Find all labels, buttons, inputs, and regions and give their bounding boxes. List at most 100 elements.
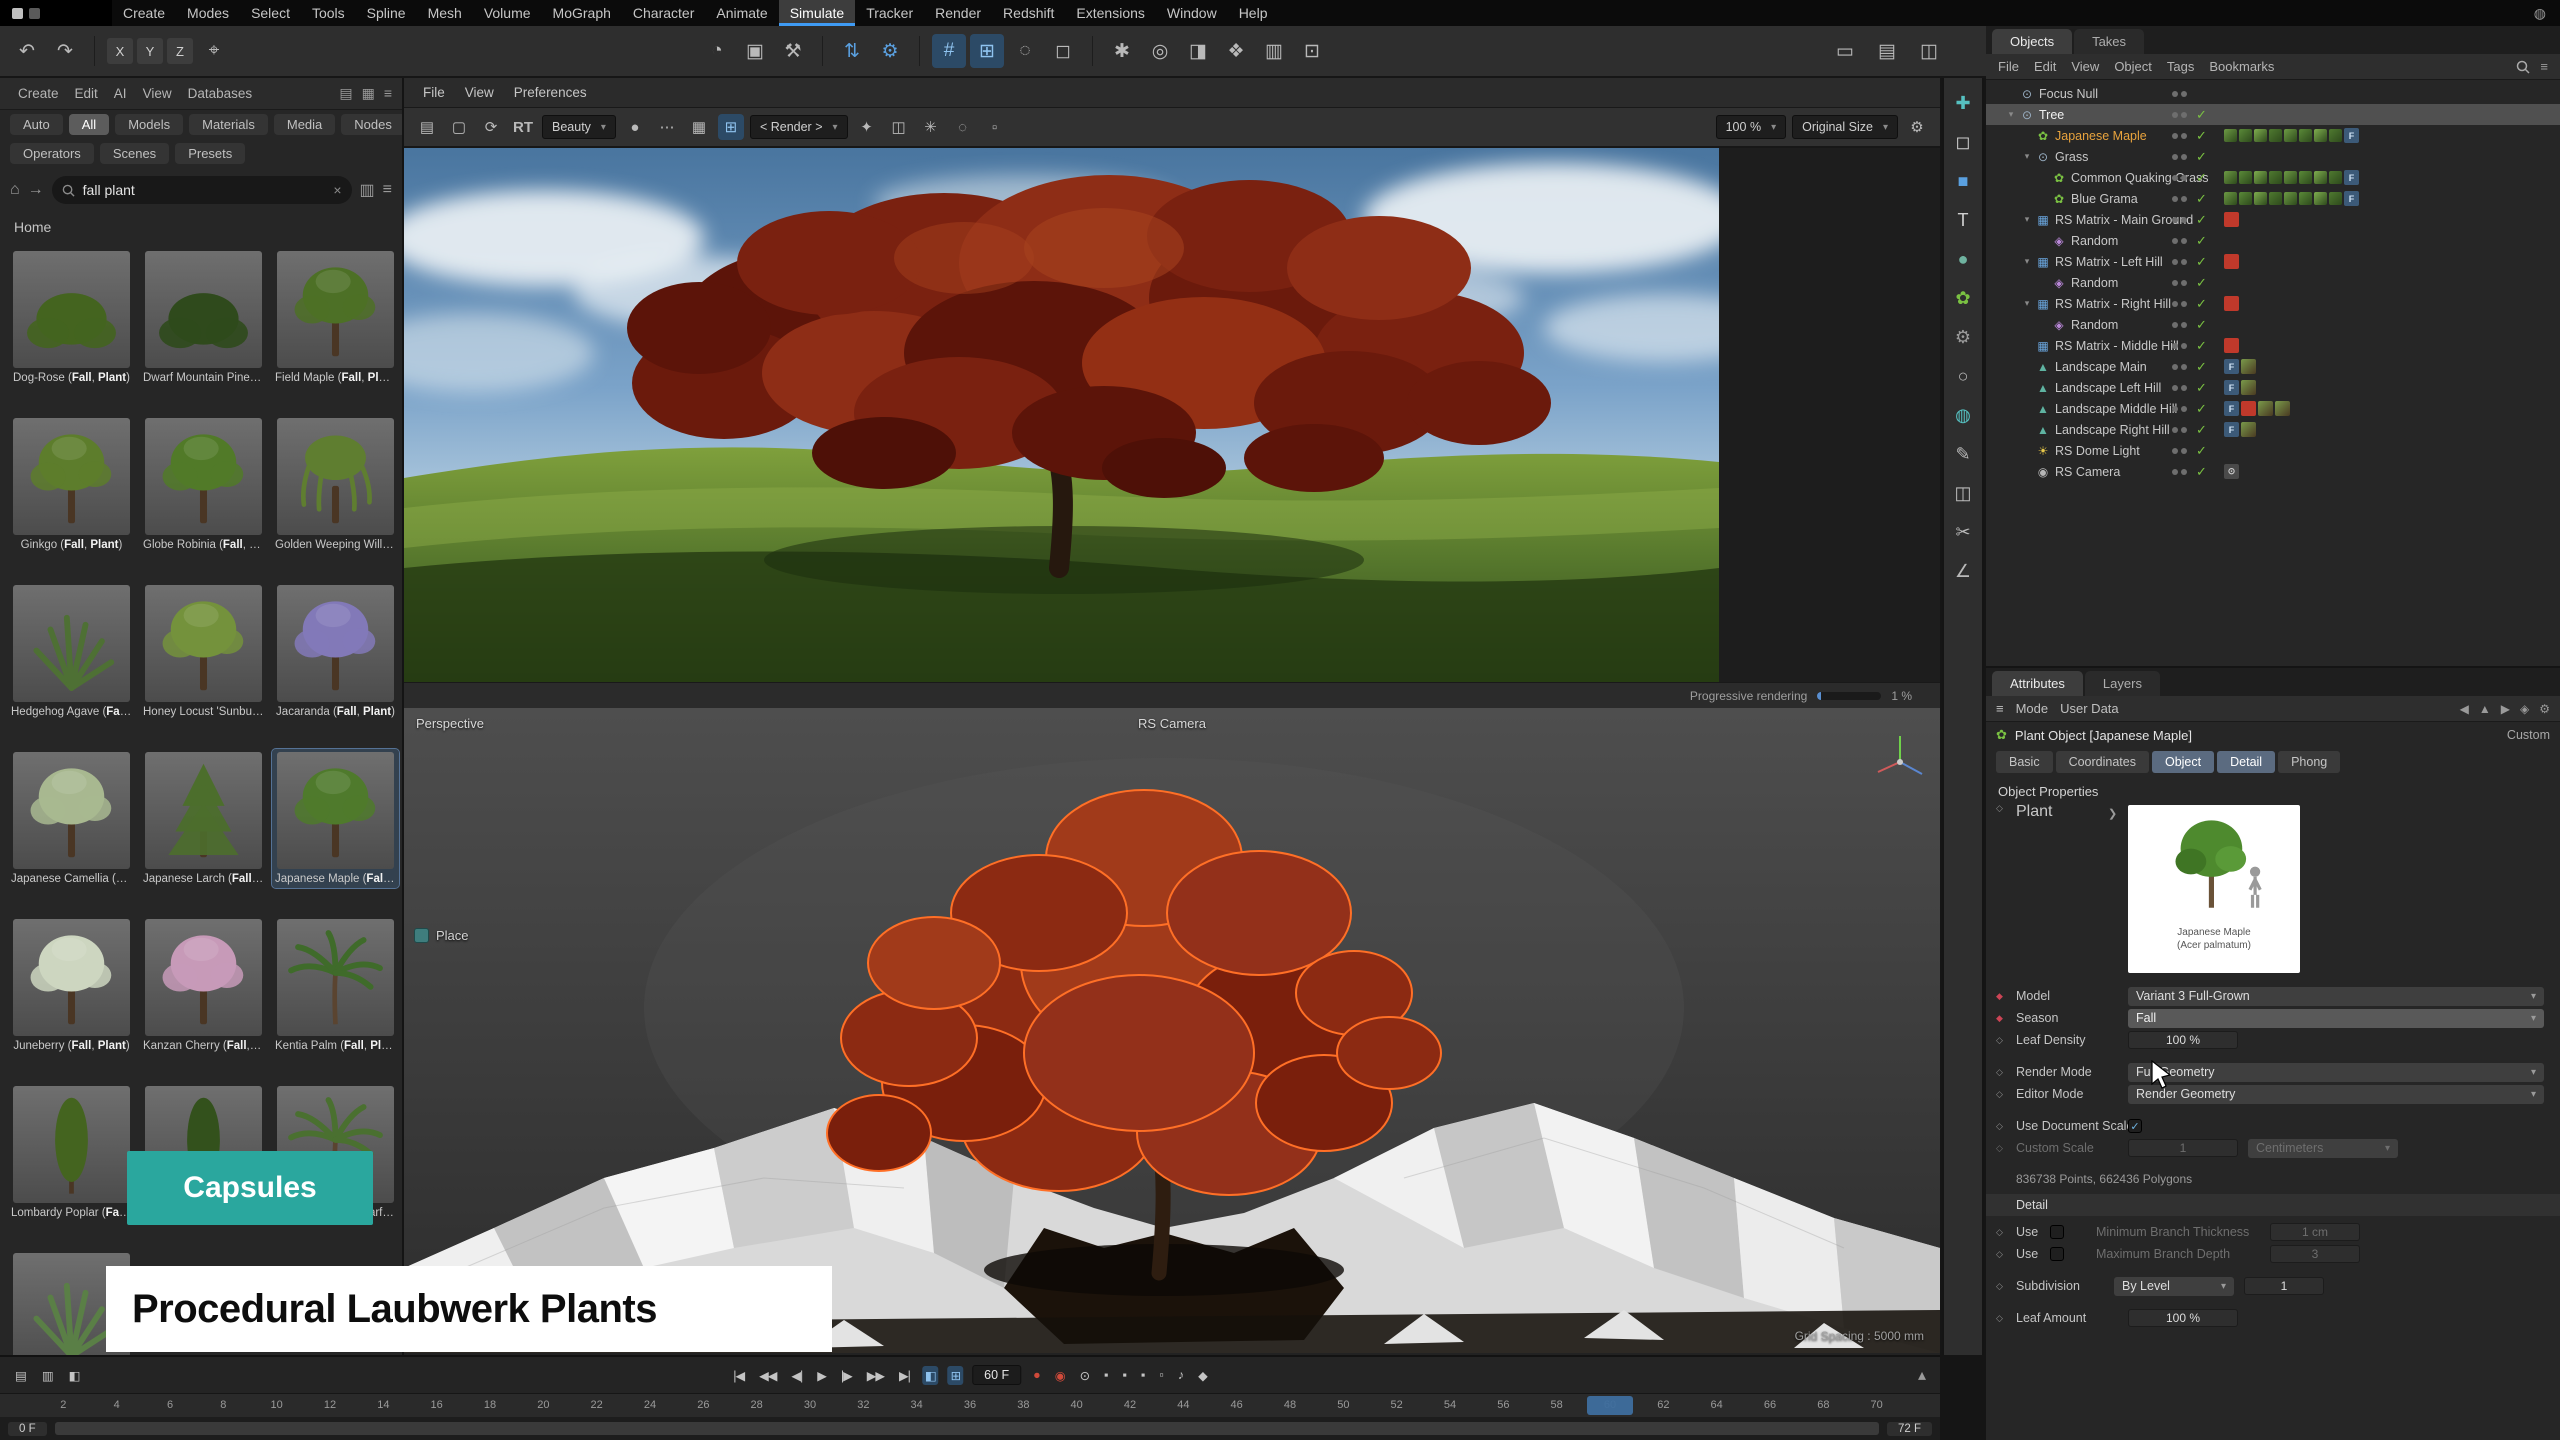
- home-icon[interactable]: ⌂: [10, 181, 20, 199]
- cube-primitive-icon[interactable]: ◻: [1948, 127, 1978, 157]
- render-visibility-dot[interactable]: [2181, 238, 2187, 244]
- menu-character[interactable]: Character: [622, 0, 705, 26]
- goto-start-button[interactable]: |◀: [730, 1366, 747, 1385]
- object-row-random[interactable]: ◈Random✓: [1986, 272, 2560, 293]
- grid-view-icon[interactable]: ▦: [362, 85, 375, 102]
- asset-tile-honey-locust-sunburst-fall-plant[interactable]: Honey Locust 'Sunburst' (Fall, Plant): [140, 582, 267, 721]
- expand-arrow-icon[interactable]: ▾: [2020, 151, 2034, 162]
- enabled-check-icon[interactable]: ✓: [2196, 149, 2207, 165]
- anim-marker[interactable]: ◇: [1996, 1035, 2003, 1046]
- menu-tracker[interactable]: Tracker: [855, 0, 924, 26]
- variant-thumbnail[interactable]: [2299, 192, 2312, 205]
- variant-thumbnail[interactable]: [2314, 192, 2327, 205]
- texture-tag[interactable]: [2241, 359, 2256, 374]
- asset-menu-create[interactable]: Create: [10, 86, 67, 101]
- editor-visibility-dot[interactable]: [2172, 322, 2178, 328]
- expand-arrow-icon[interactable]: ▾: [2020, 214, 2034, 225]
- range-scrollbar[interactable]: [55, 1422, 1879, 1435]
- menu-redshift[interactable]: Redshift: [992, 0, 1065, 26]
- enabled-check-icon[interactable]: ✓: [2196, 296, 2207, 312]
- record-button[interactable]: ●: [1030, 1366, 1043, 1384]
- menu-spline[interactable]: Spline: [356, 0, 417, 26]
- record-position-icon[interactable]: ▪: [1101, 1366, 1110, 1384]
- om-menu-view[interactable]: View: [2071, 59, 2099, 74]
- redshift-object-tag[interactable]: [2224, 254, 2239, 269]
- asset-tile-kanzan-cherry-fall-plant[interactable]: Kanzan Cherry (Fall, Plant): [140, 916, 267, 1055]
- variant-thumbnail[interactable]: [2314, 129, 2327, 142]
- object-row-rs-matrix-left-hill[interactable]: ▾▦RS Matrix - Left Hill✓: [1986, 251, 2560, 272]
- variant-thumbnail[interactable]: [2284, 192, 2297, 205]
- redshift-settings-icon[interactable]: ⚙: [873, 34, 907, 68]
- object-row-random[interactable]: ◈Random✓: [1986, 314, 2560, 335]
- editor-visibility-dot[interactable]: [2172, 112, 2178, 118]
- display-channel-icon[interactable]: ●: [622, 114, 648, 140]
- fcurve-view-icon[interactable]: ▥: [39, 1366, 56, 1385]
- object-row-tree[interactable]: ▾⊙Tree✓: [1986, 104, 2560, 125]
- ripple-mode-icon[interactable]: ⊞: [948, 1366, 963, 1385]
- variant-thumbnail[interactable]: [2239, 129, 2252, 142]
- renderview-settings-icon[interactable]: ⚙: [1904, 114, 1930, 140]
- redo-icon[interactable]: ↷: [48, 34, 82, 68]
- render-view-icon[interactable]: ◔: [700, 34, 734, 68]
- subdivision-field[interactable]: 1: [2244, 1277, 2324, 1295]
- size-select[interactable]: Original Size▾: [1792, 115, 1898, 139]
- attr-tab-coordinates[interactable]: Coordinates: [2056, 751, 2149, 773]
- filter-operators[interactable]: Operators: [10, 143, 94, 164]
- render-visibility-dot[interactable]: [2181, 364, 2187, 370]
- enabled-check-icon[interactable]: ✓: [2196, 128, 2207, 144]
- custom-scale-field[interactable]: 1: [2128, 1139, 2238, 1157]
- sphere-primitive-icon[interactable]: ●: [1948, 244, 1978, 274]
- account-icon[interactable]: ◍: [2534, 5, 2546, 22]
- anim-marker[interactable]: ◆: [1996, 991, 2003, 1002]
- cloner-icon[interactable]: ◍: [1948, 400, 1978, 430]
- enabled-check-icon[interactable]: ✓: [2196, 443, 2207, 459]
- transform-tool-icon[interactable]: ✚: [1948, 88, 1978, 118]
- prev-frame-button[interactable]: ◀|: [788, 1366, 805, 1385]
- sound-toggle-icon[interactable]: ♪: [1175, 1366, 1186, 1384]
- variant-thumbnail[interactable]: [2254, 192, 2267, 205]
- render-visibility-dot[interactable]: [2181, 112, 2187, 118]
- plant-preview-thumbnail[interactable]: Japanese Maple (Acer palmatum): [2128, 805, 2300, 973]
- use-checkbox[interactable]: [2050, 1225, 2064, 1239]
- render-visibility-dot[interactable]: [2181, 133, 2187, 139]
- menu-help[interactable]: Help: [1228, 0, 1279, 26]
- editor-visibility-dot[interactable]: [2172, 469, 2178, 475]
- anim-marker[interactable]: ◇: [1996, 1313, 2003, 1324]
- expand-arrow-icon[interactable]: ▾: [2020, 298, 2034, 309]
- forward-icon[interactable]: →: [28, 181, 44, 199]
- current-frame-field[interactable]: 60 F: [972, 1365, 1021, 1385]
- object-row-common-quaking-grass[interactable]: ✿Common Quaking Grass✓F: [1986, 167, 2560, 188]
- om-menu-object[interactable]: Object: [2114, 59, 2152, 74]
- f-tag[interactable]: F: [2344, 191, 2359, 206]
- asset-tile-ginkgo-fall-plant[interactable]: Ginkgo (Fall, Plant): [8, 415, 135, 554]
- object-row-landscape-right-hill[interactable]: ▲Landscape Right Hill✓F: [1986, 419, 2560, 440]
- season-dropdown[interactable]: Fall▾: [2128, 1009, 2544, 1028]
- redshift-object-tag[interactable]: [2224, 296, 2239, 311]
- editor-visibility-dot[interactable]: [2172, 364, 2178, 370]
- asset-tile-lombardy-poplar-fall-plant[interactable]: Lombardy Poplar (Fall, Plant): [8, 1083, 135, 1222]
- enabled-check-icon[interactable]: ✓: [2196, 422, 2207, 438]
- pen-tool-icon[interactable]: ✎: [1948, 439, 1978, 469]
- variant-thumbnail[interactable]: [2224, 192, 2237, 205]
- solo-mode-icon[interactable]: ◎: [1143, 34, 1177, 68]
- variant-thumbnail[interactable]: [2299, 129, 2312, 142]
- variant-thumbnail[interactable]: [2329, 129, 2342, 142]
- filter-media[interactable]: Media: [274, 114, 335, 135]
- range-end-field[interactable]: 72 F: [1887, 1422, 1932, 1436]
- expand-timeline-icon[interactable]: ▴: [1918, 1365, 1926, 1385]
- object-row-rs-matrix-main-ground[interactable]: ▾▦RS Matrix - Main Ground✓: [1986, 209, 2560, 230]
- variant-thumbnail[interactable]: [2299, 171, 2312, 184]
- asset-tile-dog-rose-fall-plant[interactable]: Dog-Rose (Fall, Plant): [8, 248, 135, 387]
- anim-marker[interactable]: ◇: [1996, 1281, 2003, 1292]
- filter-models[interactable]: Models: [115, 114, 183, 135]
- variant-thumbnail[interactable]: [2329, 171, 2342, 184]
- enabled-check-icon[interactable]: ✓: [2196, 191, 2207, 207]
- editor-visibility-dot[interactable]: [2172, 91, 2178, 97]
- object-row-rs-matrix-middle-hill[interactable]: ▦RS Matrix - Middle Hill✓: [1986, 335, 2560, 356]
- use-checkbox[interactable]: [2050, 1247, 2064, 1261]
- object-row-rs-dome-light[interactable]: ☀RS Dome Light✓: [1986, 440, 2560, 461]
- asset-menu-view[interactable]: View: [135, 86, 180, 101]
- menu-animate[interactable]: Animate: [705, 0, 778, 26]
- attr-tab-object[interactable]: Object: [2152, 751, 2214, 773]
- search-icon[interactable]: [2516, 60, 2530, 74]
